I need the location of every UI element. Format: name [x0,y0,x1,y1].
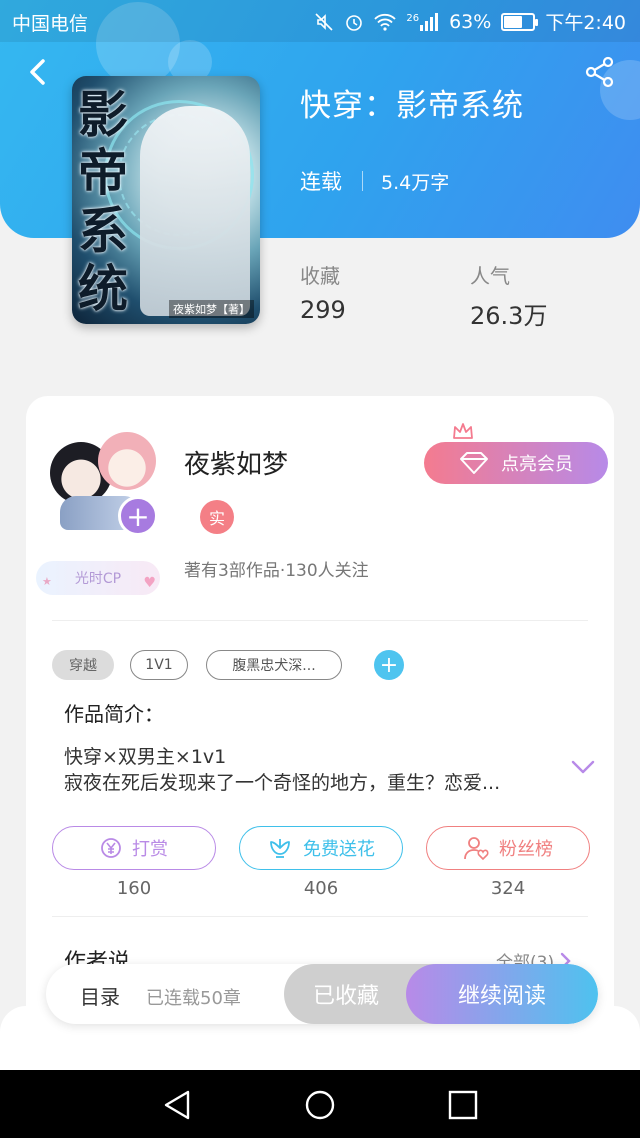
intro-heading: 作品简介： [64,702,164,726]
clock: 下午2:40 [545,12,626,34]
vip-button-label: 点亮会员 [501,454,573,475]
fan-count: 324 [490,878,526,899]
vip-button[interactable]: 点亮会员 [424,442,608,484]
fan-icon [464,837,489,861]
book-detail-card: + ★ 光时CP ♥ 夜紫如梦 实 著有3部作品·130人关注 点亮会员 穿越 … [26,396,614,1036]
share-button[interactable] [584,56,616,88]
continue-reading-button[interactable]: 继续阅读 [406,964,598,1024]
reward-count: 160 [116,878,152,899]
author-name[interactable]: 夜紫如梦 [184,444,288,481]
send-flower-button[interactable]: 免费送花 [239,826,403,870]
diamond-icon [460,452,488,474]
reward-label: 打赏 [132,839,168,860]
battery-percent: 63% [449,10,492,33]
cover-title-char: 影 [78,85,128,144]
cover-author-tag: 夜紫如梦【著】 [169,300,254,318]
status-bar: 中国电信 26 63% 下午2:40 [0,0,640,42]
avatar-art [98,432,156,490]
send-flower-label: 免费送花 [303,839,375,860]
divider [362,171,363,191]
mute-icon [314,12,334,32]
cover-title: 影 帝 系 统 [78,86,142,318]
book-cover[interactable]: 影 帝 系 统 夜紫如梦【著】 [72,76,260,324]
wifi-icon [374,13,397,31]
stat-label-favorites: 收藏 [300,264,340,288]
cover-title-char: 系 [78,201,128,260]
plus-icon: + [379,652,399,678]
fan-ranking-label: 粉丝榜 [499,839,553,860]
tag-chip[interactable]: 1V1 [130,650,188,680]
word-count: 5.4万字 [381,171,450,194]
verified-badge: 实 [200,500,234,534]
collected-label: 已收藏 [312,984,379,1009]
nav-back-icon[interactable] [160,1088,194,1122]
flower-icon [270,839,290,858]
nav-recents-icon[interactable] [446,1088,480,1122]
signal-icon: 26 [406,12,439,31]
network-type-label: 26 [406,12,420,24]
divider [52,620,588,621]
tag-chip[interactable]: 穿越 [52,650,114,680]
follow-author-button[interactable]: + [118,496,158,536]
tag-chip[interactable]: 腹黑忠犬深... [206,650,342,680]
serial-chapter-info: 已连载50章 [146,988,241,1009]
back-arrow-icon [30,59,45,85]
heart-icon: ♥ [143,575,156,591]
author-meta: 著有3部作品·130人关注 [184,561,369,581]
divider [52,916,588,917]
star-icon: ★ [42,575,52,588]
stat-value-favorites: 299 [300,296,346,324]
add-tag-button[interactable]: + [374,650,404,680]
cp-badge-label: 光时CP [74,571,122,587]
status-icons: 26 63% 下午2:40 [314,8,626,35]
serial-status: 连载 [300,170,342,194]
flower-count: 406 [303,878,339,899]
cover-character-art [140,106,250,316]
yen-icon [101,838,121,858]
cp-badge[interactable]: ★ 光时CP ♥ [36,561,160,595]
share-icon [585,56,614,88]
continue-reading-label: 继续阅读 [457,984,546,1009]
stat-value-popularity: 26.3万 [470,302,548,330]
carrier-label: 中国电信 [12,13,89,35]
battery-fill [504,15,523,28]
table-of-contents-button[interactable]: 目录 [80,981,120,1010]
bottom-action-bar: 目录 已连载50章 已收藏 继续阅读 [46,964,598,1024]
fan-ranking-button[interactable]: 粉丝榜 [426,826,590,870]
chevron-down-icon[interactable] [570,758,596,776]
nav-home-icon[interactable] [303,1088,337,1122]
cover-title-char: 帝 [78,143,128,202]
book-title: 快穿：影帝系统 [300,88,524,124]
cover-title-char: 统 [78,259,128,318]
stat-label-popularity: 人气 [470,264,510,288]
reward-button[interactable]: 打赏 [52,826,216,870]
system-nav-bar [0,1070,640,1138]
crown-icon [453,423,473,439]
intro-text: 寂夜在死后发现来了一个奇怪的地方，重生？恋爱... [64,772,501,794]
book-status-line: 连载 5.4万字 [300,166,449,196]
plus-icon: + [126,499,150,533]
back-button[interactable] [22,56,52,88]
alarm-icon [344,12,364,32]
battery-icon [501,12,539,31]
intro-text: 快穿×双男主×1v1 [64,746,227,768]
